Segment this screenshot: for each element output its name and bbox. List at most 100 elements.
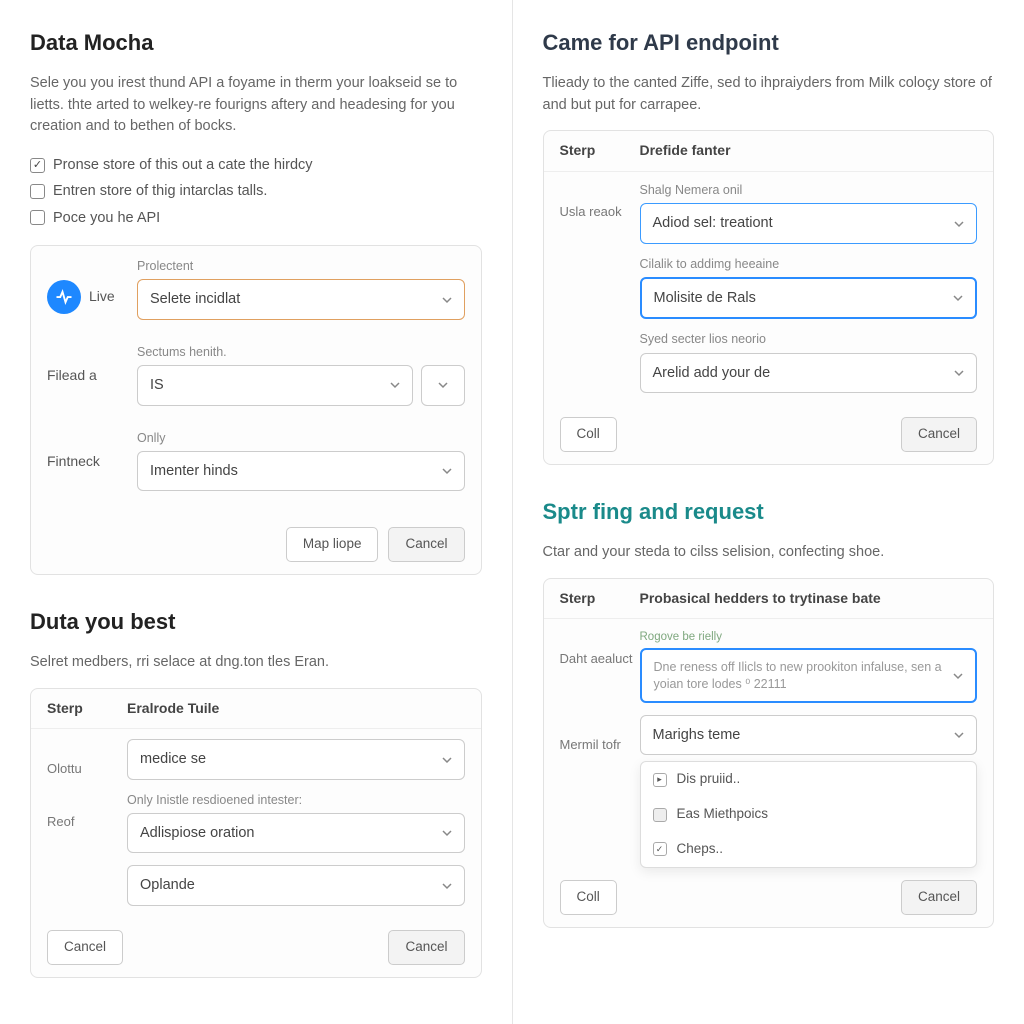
tiny-label: Rogove be rielly [640,629,978,645]
checkbox-label: Pronse store of this out a cate the hird… [53,155,313,175]
chevron-down-icon [390,380,400,390]
square-icon [653,808,667,822]
header-step: Sterp [47,699,127,719]
select-molisite[interactable]: Molisite de Rals [640,277,978,319]
row-side-label: Usla reaok [560,182,640,405]
section2-title: Duta you best [30,607,482,638]
chevron-down-icon [438,380,448,390]
cancel-button[interactable]: Cancel [901,880,977,915]
field-label: Syed secter lios neorio [640,331,978,349]
card-header: Sterp Drefide fanter [544,131,994,172]
dropdown-item-label: Eas Miethpoics [677,805,769,824]
dropdown-item-label: Dis pruiid.. [677,770,741,789]
chevron-down-icon [954,730,964,740]
section2-desc: Selret medbers, rri selace at dng.ton tl… [30,652,482,674]
coll-button[interactable]: Coll [560,417,617,452]
r-section1-desc: Tlieady to the canted Ziffe, sed to ihpr… [543,73,995,117]
card-side: Live [47,258,137,314]
card-header: Sterp Eralrode Tuile [31,689,481,730]
chevron-down-icon [442,881,452,891]
field-label: Cilalik to addimg heeaine [640,256,978,274]
chevron-down-icon [442,466,452,476]
dropdown-item[interactable]: Cheps.. [641,832,977,867]
card-header: Sterp Probasical hedders to trytinase ba… [544,579,994,620]
field-label: Sectums henith. [137,344,465,362]
r-form-card-1: Sterp Drefide fanter Usla reaok Shalg Ne… [543,130,995,465]
chevron-down-icon [953,293,963,303]
cancel-button[interactable]: Cancel [901,417,977,452]
right-column: Came for API endpoint Tlieady to the can… [513,0,1024,1024]
header-step: Sterp [560,589,640,609]
section1-title: Data Mocha [30,28,482,59]
select-medice[interactable]: medice se [127,739,465,779]
dropdown-item[interactable]: ▸ Dis pruiid.. [641,762,977,797]
select-value: Selete incidlat [150,289,240,309]
select-extra[interactable] [421,365,465,405]
form-card-2: Sterp Eralrode Tuile Olottu medice se Re… [30,688,482,978]
row-side-label: Reof [47,792,127,918]
header-title: Probasical hedders to trytinase bate [640,589,978,609]
checkbox-icon[interactable] [30,184,45,199]
chevron-down-icon [954,219,964,229]
field-label: Onlly [137,430,465,448]
checkbox-icon[interactable] [30,158,45,173]
chevron-down-icon [442,755,452,765]
row-side-label: Daht aealuct [560,629,640,715]
dropdown-menu: ▸ Dis pruiid.. Eas Miethpoics Cheps.. [640,761,978,868]
checkbox-row[interactable]: Entren store of thig intarclas talls. [30,178,482,204]
checkbox-list: Pronse store of this out a cate the hird… [30,152,482,231]
field-label: Only Inistle resdioened intester: [127,792,465,810]
r-section1-title: Came for API endpoint [543,28,995,59]
select-value: Arelid add your de [653,363,771,383]
cancel-button[interactable]: Cancel [388,527,464,562]
pulse-icon [47,280,81,314]
row-side-label: Olottu [47,739,127,791]
checkbox-icon[interactable] [30,210,45,225]
header-title: Drefide fanter [640,141,978,161]
select-value: Adiod sel: treationt [653,213,773,233]
cancel-button-left[interactable]: Cancel [47,930,123,965]
header-step: Sterp [560,141,640,161]
select-value: Adlispiose oration [140,823,254,843]
select-value: Marighs teme [653,725,741,745]
chevron-down-icon [442,295,452,305]
field-label: Shalg Nemera onil [640,182,978,200]
dropdown-item-label: Cheps.. [677,840,724,859]
select-only[interactable]: Imenter hinds [137,451,465,491]
dropdown-item[interactable]: Eas Miethpoics [641,797,977,832]
check-icon [653,842,667,856]
side-filead-label: Filead a [47,366,97,386]
select-arelid[interactable]: Arelid add your de [640,353,978,393]
left-column: Data Mocha Sele you you irest thund API … [0,0,513,1024]
select-adispose[interactable]: Adlispiose oration [127,813,465,853]
map-button[interactable]: Map liope [286,527,379,562]
select-headers[interactable]: Dne reness off Ilicls to new prookiton i… [640,648,978,703]
r-form-card-2: Sterp Probasical hedders to trytinase ba… [543,578,995,928]
r-section2-desc: Ctar and your steda to cilss selision, c… [543,542,995,564]
section1-desc: Sele you you irest thund API a foyame in… [30,73,482,138]
select-marighs[interactable]: Marighs teme [640,715,978,755]
select-value: Molisite de Rals [654,288,756,308]
side-fintneck-label: Fintneck [47,452,100,472]
checkbox-label: Entren store of thig intarclas talls. [53,181,267,201]
select-value: Imenter hinds [150,461,238,481]
header-title: Eralrode Tuile [127,699,465,719]
chevron-down-icon [442,828,452,838]
select-oplande[interactable]: Oplande [127,865,465,905]
r-section2-title: Sptr fing and request [543,497,995,528]
select-value: medice se [140,749,206,769]
side-live-label: Live [89,287,115,307]
select-project[interactable]: Selete incidlat [137,279,465,319]
checkbox-row[interactable]: Pronse store of this out a cate the hird… [30,152,482,178]
arrow-icon: ▸ [653,773,667,787]
select-value: IS [150,375,164,395]
chevron-down-icon [954,368,964,378]
select-sections[interactable]: IS [137,365,413,405]
checkbox-label: Poce you he API [53,208,160,228]
cancel-button-right[interactable]: Cancel [388,930,464,965]
form-card-1: Live Prolectent Selete incidlat Filead a [30,245,482,575]
coll-button[interactable]: Coll [560,880,617,915]
select-adiod[interactable]: Adiod sel: treationt [640,203,978,243]
chevron-down-icon [953,671,963,681]
checkbox-row[interactable]: Poce you he API [30,205,482,231]
